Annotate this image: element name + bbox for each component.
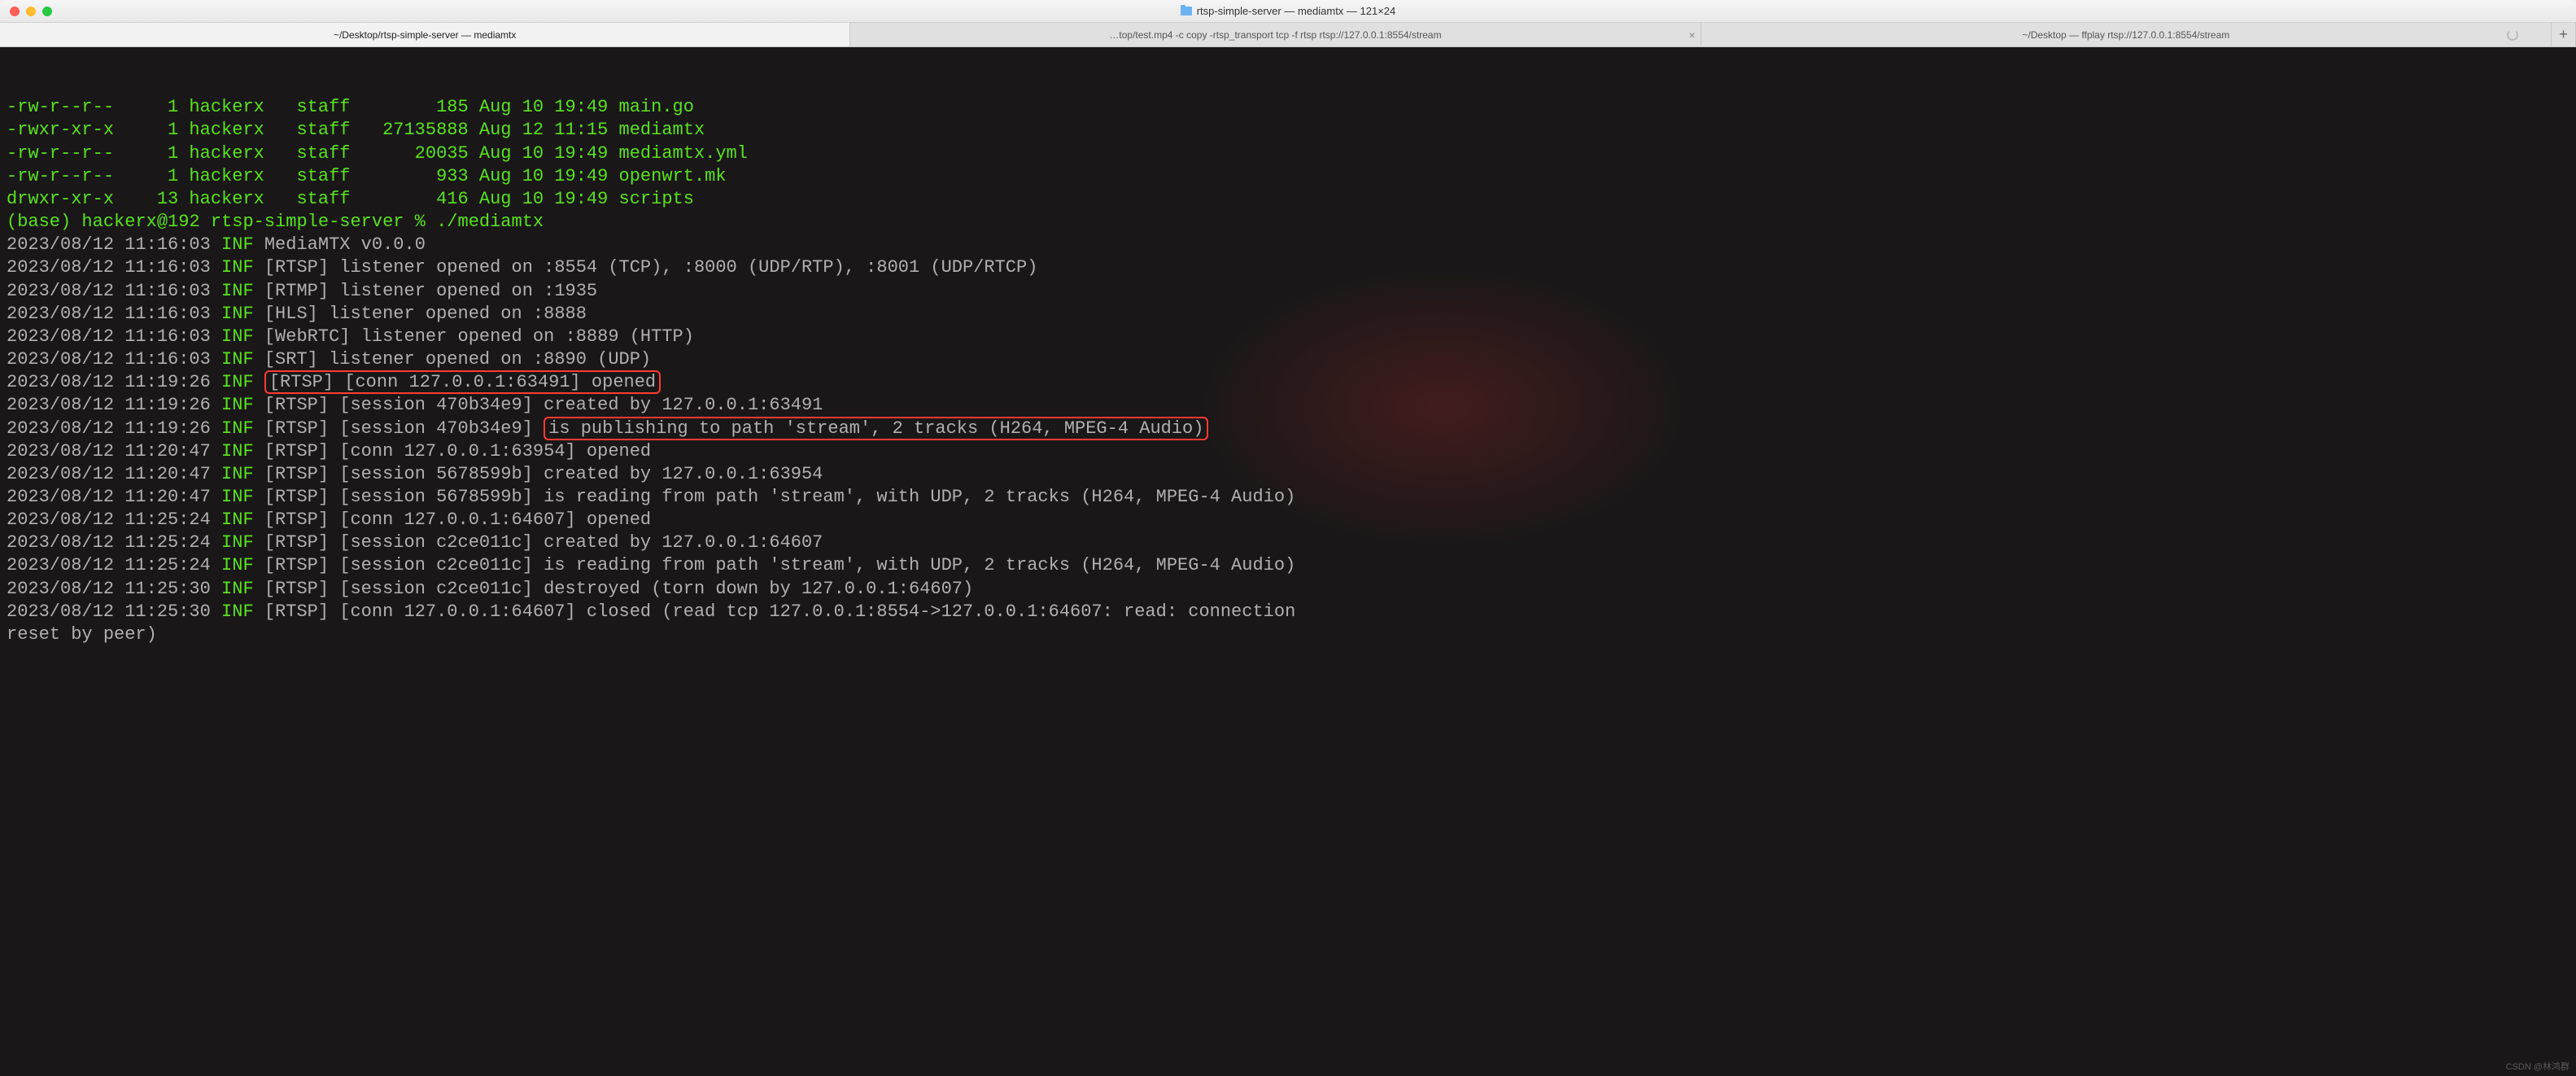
log-timestamp: 2023/08/12 11:19:26 [7,395,221,415]
log-line: 2023/08/12 11:19:26 INF [RTSP] [session … [7,418,2569,440]
log-message-prefix: [RTSP] [session 470b34e9] [264,418,544,439]
log-timestamp: 2023/08/12 11:25:24 [7,555,221,575]
log-line: 2023/08/12 11:25:24 INF [RTSP] [conn 127… [7,509,2569,531]
log-timestamp: 2023/08/12 11:16:03 [7,281,221,301]
log-message: [RTSP] [session c2ce011c] is reading fro… [264,555,1295,575]
log-timestamp: 2023/08/12 11:16:03 [7,304,221,324]
prompt-command: ./mediamtx [436,212,544,232]
close-icon[interactable]: × [1688,28,1695,42]
log-message: [RTSP] [conn 127.0.0.1:64607] closed (re… [264,601,1295,622]
prompt-prefix: (base) hackerx@192 rtsp-simple-server % [7,212,436,232]
prompt-line: (base) hackerx@192 rtsp-simple-server % … [7,211,2569,234]
log-level: INF [221,579,264,599]
folder-icon [1181,7,1192,15]
log-line: 2023/08/12 11:19:26 INF [RTSP] [conn 127… [7,371,2569,394]
spinner-icon [2507,29,2518,41]
log-line: 2023/08/12 11:25:30 INF [RTSP] [conn 127… [7,601,2569,623]
ls-row: -rw-r--r-- 1 hackerx staff 933 Aug 10 19… [7,165,2569,188]
tab-label: ~/Desktop/rtsp-simple-server — mediamtx [334,29,516,41]
log-level: INF [221,532,264,553]
log-timestamp: 2023/08/12 11:25:30 [7,601,221,622]
ls-row: -rw-r--r-- 1 hackerx staff 185 Aug 10 19… [7,96,2569,119]
log-timestamp: 2023/08/12 11:25:24 [7,532,221,553]
ls-row: -rw-r--r-- 1 hackerx staff 20035 Aug 10 … [7,142,2569,165]
log-line: 2023/08/12 11:20:47 INF [RTSP] [session … [7,486,2569,509]
watermark: CSDN @林鸿群 [2506,1061,2569,1073]
log-message: [RTMP] listener opened on :1935 [264,281,597,301]
log-line: 2023/08/12 11:25:30 INF [RTSP] [session … [7,578,2569,601]
log-line: 2023/08/12 11:20:47 INF [RTSP] [conn 127… [7,440,2569,463]
window-title-wrap: rtsp-simple-server — mediamtx — 121×24 [10,5,2566,17]
log-level: INF [221,441,264,461]
log-line: 2023/08/12 11:16:03 INF [RTMP] listener … [7,280,2569,303]
log-message: [RTSP] [conn 127.0.0.1:64607] opened [264,510,651,530]
highlighted-log: is publishing to path 'stream', 2 tracks… [544,417,1208,440]
log-timestamp: 2023/08/12 11:20:47 [7,487,221,507]
log-timestamp: 2023/08/12 11:16:03 [7,257,221,278]
minimize-window-button[interactable] [26,7,36,16]
tabbar: ~/Desktop/rtsp-simple-server — mediamtx …… [0,23,2576,47]
log-level: INF [221,464,264,484]
log-line-wrap: reset by peer) [7,623,2569,646]
tab-label: …top/test.mp4 -c copy -rtsp_transport tc… [1109,29,1441,41]
terminal-body[interactable]: -rw-r--r-- 1 hackerx staff 185 Aug 10 19… [0,47,2576,1076]
log-level: INF [221,487,264,507]
log-line: 2023/08/12 11:25:24 INF [RTSP] [session … [7,531,2569,554]
log-timestamp: 2023/08/12 11:16:03 [7,349,221,370]
log-line: 2023/08/12 11:20:47 INF [RTSP] [session … [7,463,2569,486]
log-message: [RTSP] [conn 127.0.0.1:63954] opened [264,441,651,461]
tab-2[interactable]: ~/Desktop — ffplay rtsp://127.0.0.1:8554… [1701,23,2552,46]
ls-row: drwxr-xr-x 13 hackerx staff 416 Aug 10 1… [7,188,2569,211]
log-level: INF [221,281,264,301]
log-level: INF [221,326,264,347]
log-message: [RTSP] [session 470b34e9] created by 127… [264,395,823,415]
close-window-button[interactable] [10,7,20,16]
log-message: [WebRTC] listener opened on :8889 (HTTP) [264,326,694,347]
log-line: 2023/08/12 11:16:03 INF [RTSP] listener … [7,256,2569,279]
log-level: INF [221,349,264,370]
tab-0[interactable]: ~/Desktop/rtsp-simple-server — mediamtx [0,23,850,46]
traffic-lights [10,7,52,16]
log-message: MediaMTX v0.0.0 [264,234,426,255]
log-message: [RTSP] listener opened on :8554 (TCP), :… [264,257,1038,278]
log-message: [RTSP] [session 5678599b] created by 127… [264,464,823,484]
log-timestamp: 2023/08/12 11:16:03 [7,326,221,347]
log-timestamp: 2023/08/12 11:19:26 [7,418,221,439]
log-level: INF [221,372,264,392]
highlighted-log: [RTSP] [conn 127.0.0.1:63491] opened [264,370,661,394]
log-level: INF [221,257,264,278]
log-timestamp: 2023/08/12 11:16:03 [7,234,221,255]
log-message: [RTSP] [session c2ce011c] destroyed (tor… [264,579,973,599]
log-line: 2023/08/12 11:19:26 INF [RTSP] [session … [7,394,2569,417]
log-timestamp: 2023/08/12 11:20:47 [7,464,221,484]
log-line: 2023/08/12 11:16:03 INF [SRT] listener o… [7,348,2569,371]
log-timestamp: 2023/08/12 11:19:26 [7,372,221,392]
log-message: [RTSP] [session c2ce011c] created by 127… [264,532,823,553]
log-message: [SRT] listener opened on :8890 (UDP) [264,349,651,370]
log-line: 2023/08/12 11:16:03 INF [HLS] listener o… [7,303,2569,326]
log-level: INF [221,418,264,439]
log-message: [RTSP] [session 5678599b] is reading fro… [264,487,1295,507]
titlebar: rtsp-simple-server — mediamtx — 121×24 [0,0,2576,23]
log-line: 2023/08/12 11:16:03 INF MediaMTX v0.0.0 [7,234,2569,256]
add-tab-button[interactable]: + [2552,23,2576,46]
log-timestamp: 2023/08/12 11:25:24 [7,510,221,530]
log-level: INF [221,510,264,530]
ls-row: -rwxr-xr-x 1 hackerx staff 27135888 Aug … [7,119,2569,142]
log-line: 2023/08/12 11:25:24 INF [RTSP] [session … [7,554,2569,577]
log-line: 2023/08/12 11:16:03 INF [WebRTC] listene… [7,326,2569,348]
log-level: INF [221,304,264,324]
log-timestamp: 2023/08/12 11:25:30 [7,579,221,599]
log-level: INF [221,395,264,415]
log-message: [HLS] listener opened on :8888 [264,304,587,324]
log-level: INF [221,555,264,575]
maximize-window-button[interactable] [42,7,52,16]
log-level: INF [221,234,264,255]
tab-label: ~/Desktop — ffplay rtsp://127.0.0.1:8554… [2022,29,2229,41]
terminal-window: rtsp-simple-server — mediamtx — 121×24 ~… [0,0,2576,1076]
tab-1[interactable]: …top/test.mp4 -c copy -rtsp_transport tc… [850,23,1701,46]
log-timestamp: 2023/08/12 11:20:47 [7,441,221,461]
window-title: rtsp-simple-server — mediamtx — 121×24 [1197,5,1396,17]
log-level: INF [221,601,264,622]
